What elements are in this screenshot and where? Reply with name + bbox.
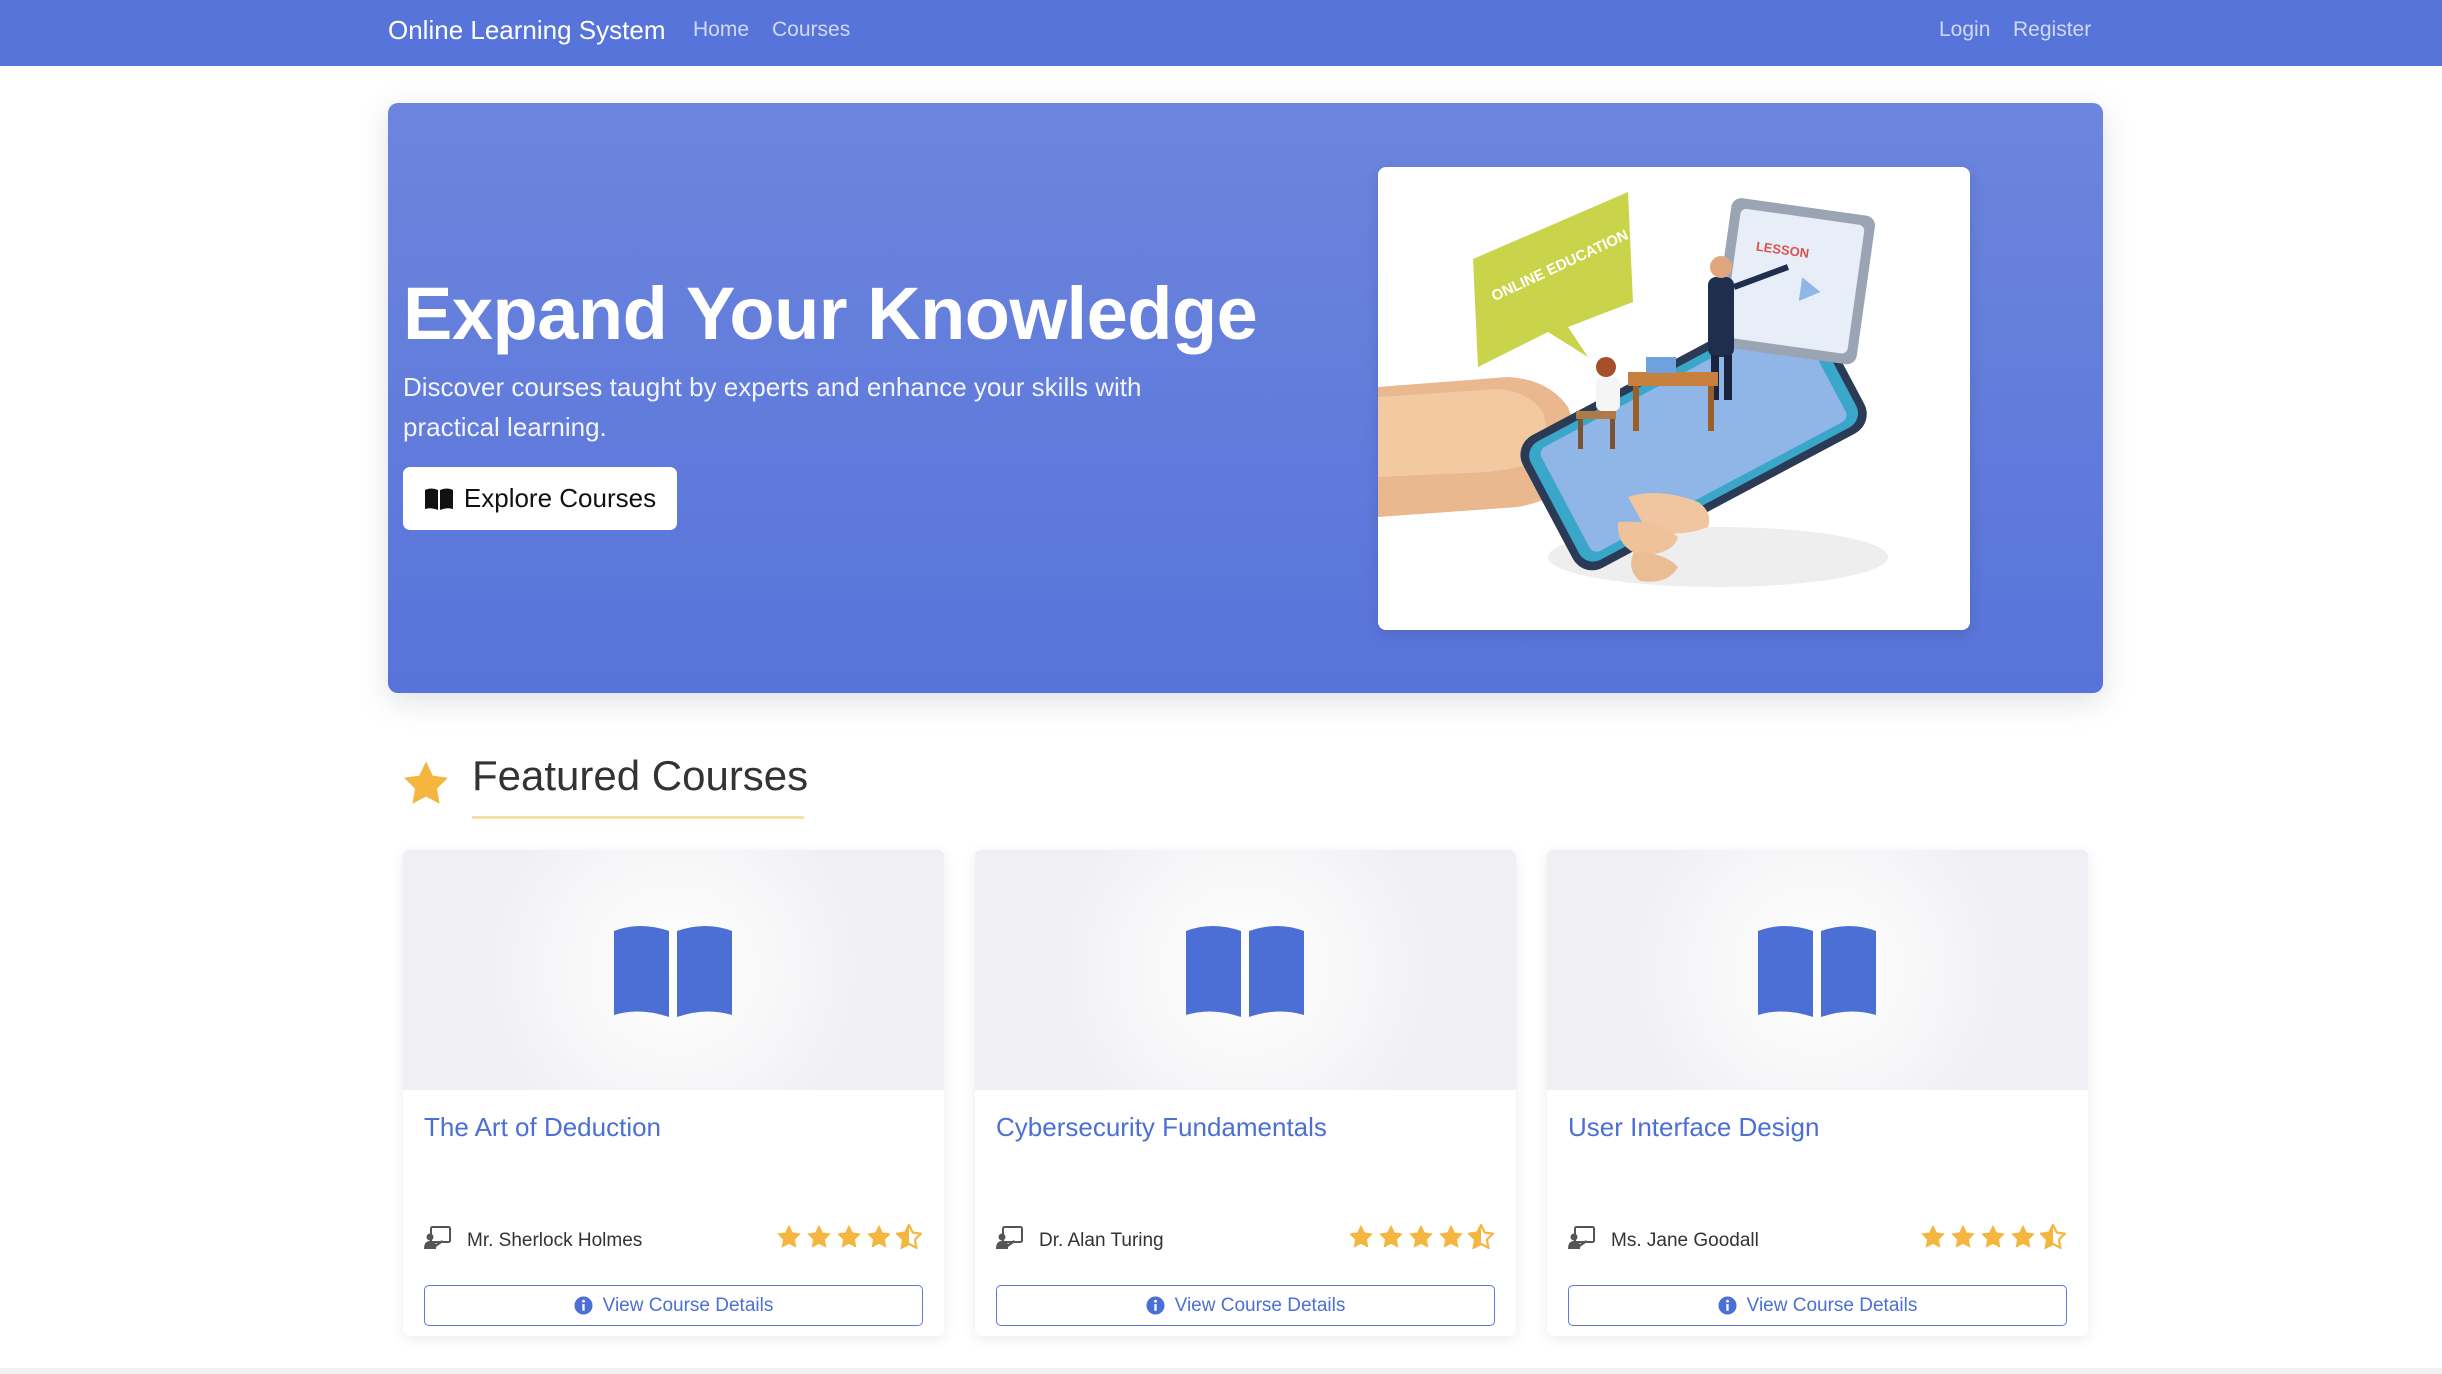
book-open-icon: [1754, 923, 1880, 1024]
course-card: The Art of Deduction Mr. Sherlock Holmes…: [403, 850, 944, 1336]
star-half-icon: [1468, 1224, 1494, 1249]
view-course-details-label: View Course Details: [602, 1294, 774, 1316]
rating-stars: [1920, 1224, 2066, 1249]
star-icon: [837, 1224, 861, 1248]
star-icon: [807, 1224, 831, 1248]
star-icon: [1409, 1224, 1433, 1248]
star-icon: [402, 760, 450, 811]
instructor-name: Dr. Alan Turing: [1039, 1230, 1164, 1251]
star-icon: [1921, 1224, 1945, 1248]
hero-title: Expand Your Knowledge: [403, 272, 1258, 355]
chalkboard-teacher-icon: [1568, 1226, 1596, 1255]
star-icon: [1349, 1224, 1373, 1248]
instructor-name: Ms. Jane Goodall: [1611, 1230, 1759, 1251]
brand-link[interactable]: Online Learning System: [388, 15, 665, 46]
course-title-link[interactable]: Cybersecurity Fundamentals: [996, 1112, 1327, 1143]
course-title-link[interactable]: The Art of Deduction: [424, 1112, 661, 1143]
book-open-icon: [610, 923, 736, 1024]
hero-section: Expand Your Knowledge Discover courses t…: [388, 103, 2103, 693]
view-course-details-button[interactable]: View Course Details: [424, 1285, 923, 1326]
star-icon: [2011, 1224, 2035, 1248]
explore-courses-button[interactable]: Explore Courses: [403, 467, 677, 530]
star-icon: [1379, 1224, 1403, 1248]
featured-underline: [472, 816, 804, 819]
course-card-image: [975, 850, 1516, 1090]
chalkboard-teacher-icon: [996, 1226, 1024, 1255]
star-half-icon: [896, 1224, 922, 1249]
course-card: Cybersecurity Fundamentals Dr. Alan Turi…: [975, 850, 1516, 1336]
hero-subtitle: Discover courses taught by experts and e…: [403, 372, 1142, 442]
view-course-details-button[interactable]: View Course Details: [996, 1285, 1495, 1326]
course-title-link[interactable]: User Interface Design: [1568, 1112, 1819, 1143]
star-icon: [867, 1224, 891, 1248]
nav-link-login[interactable]: Login: [1939, 18, 1990, 42]
rating-stars: [776, 1224, 922, 1249]
navbar: Online Learning System Home Courses Logi…: [0, 0, 2442, 66]
course-card: User Interface Design Ms. Jane Goodall V…: [1547, 850, 2088, 1336]
footer-divider: [0, 1368, 2442, 1374]
chalkboard-teacher-icon: [424, 1226, 452, 1255]
nav-link-home[interactable]: Home: [693, 18, 749, 42]
featured-courses-title: Featured Courses: [472, 752, 809, 799]
view-course-details-label: View Course Details: [1746, 1294, 1918, 1316]
book-open-icon: [1182, 923, 1308, 1024]
star-icon: [1981, 1224, 2005, 1248]
course-card-image: [1547, 850, 2088, 1090]
info-circle-icon: [1146, 1296, 1165, 1315]
course-card-image: [403, 850, 944, 1090]
book-open-icon: [424, 487, 454, 511]
info-circle-icon: [1718, 1296, 1737, 1315]
star-icon: [1439, 1224, 1463, 1248]
star-icon: [777, 1224, 801, 1248]
star-half-icon: [2040, 1224, 2066, 1249]
nav-link-register[interactable]: Register: [2013, 18, 2091, 42]
explore-courses-label: Explore Courses: [463, 483, 657, 513]
view-course-details-label: View Course Details: [1174, 1294, 1346, 1316]
view-course-details-button[interactable]: View Course Details: [1568, 1285, 2067, 1326]
hero-illustration: ONLINE EDUCATION LESSON: [1378, 167, 1970, 630]
instructor-name: Mr. Sherlock Holmes: [467, 1230, 643, 1251]
rating-stars: [1348, 1224, 1494, 1249]
star-icon: [1951, 1224, 1975, 1248]
nav-link-courses[interactable]: Courses: [772, 18, 850, 42]
info-circle-icon: [574, 1296, 593, 1315]
